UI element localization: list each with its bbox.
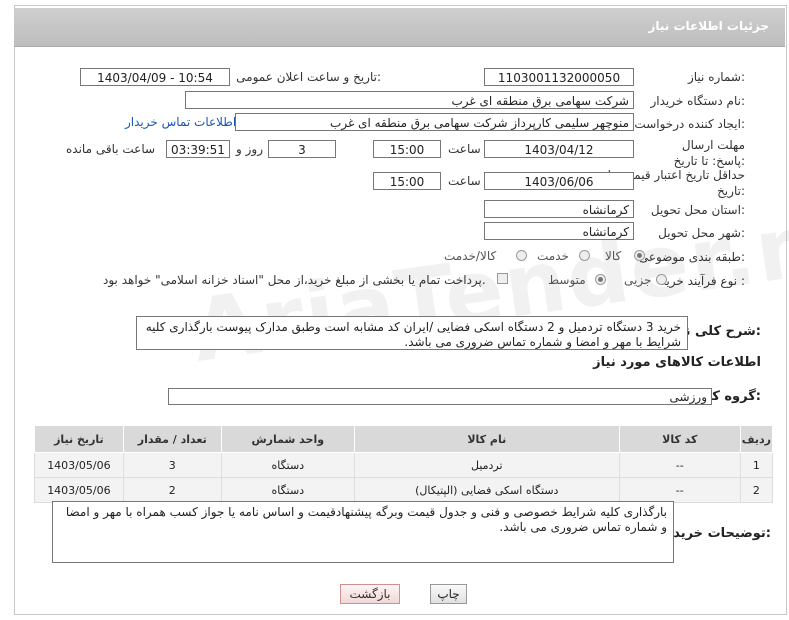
table-row: 2 -- دستگاه اسکی فضایی (الپتیکال) دستگاه… — [34, 477, 774, 503]
province-field[interactable]: کرمانشاه — [484, 200, 634, 218]
cell-quantity: 3 — [122, 452, 222, 478]
buyer-notes-text[interactable]: بارگذاری کلیه شرایط خصوصی و فنی و جدول ق… — [52, 501, 674, 563]
back-button[interactable]: بازگشت — [340, 584, 400, 604]
page-header: جزئیات اطلاعات نیاز — [14, 8, 785, 47]
cell-row-number: 1 — [739, 452, 774, 478]
buyer-org-label: نام دستگاه خریدار: — [650, 94, 746, 108]
table-row: 1 -- تردمیل دستگاه 3 1403/05/06 — [34, 452, 774, 478]
send-deadline-label: مهلت ارسال پاسخ: تا تاریخ: — [673, 138, 745, 168]
buyer-notes-label: توضیحات خریدار: — [661, 526, 771, 541]
need-number-field[interactable]: 1103001132000050 — [484, 68, 634, 86]
col-header-need-date: تاریخ نیاز — [34, 425, 124, 453]
process-radio-minor[interactable] — [656, 274, 667, 285]
city-field[interactable]: کرمانشاه — [484, 222, 634, 240]
cell-item-name: تردمیل — [353, 452, 620, 478]
category-service-label: خدمت — [537, 249, 569, 263]
cell-item-name: دستگاه اسکی فضایی (الپتیکال) — [353, 477, 620, 503]
days-field[interactable]: 3 — [268, 140, 336, 158]
items-table: ردیف کد کالا نام کالا واحد شمارش تعداد /… — [34, 425, 774, 503]
buyer-contact-link[interactable]: اطلاعات تماس خریدار — [125, 115, 236, 129]
process-medium-label: متوسط — [548, 273, 586, 287]
description-text[interactable]: خرید 3 دستگاه تردمیل و 2 دستگاه اسکی فضا… — [136, 316, 688, 350]
payment-note: پرداخت تمام یا بخشی از مبلغ خرید،از محل … — [103, 273, 486, 287]
province-label: استان محل تحویل: — [650, 203, 745, 217]
category-both-label: کالا/خدمت — [444, 249, 497, 263]
goods-section-title: اطلاعات کالاهای مورد نیاز — [593, 355, 761, 370]
process-radio-medium[interactable] — [595, 274, 606, 285]
category-label: طبقه بندی موضوعی: — [638, 250, 745, 264]
category-radio-both[interactable] — [516, 250, 527, 261]
buyer-org-field[interactable]: شرکت سهامی برق منطقه ای غرب — [185, 91, 634, 109]
validity-date-field[interactable]: 1403/06/06 — [484, 172, 634, 190]
cell-item-code: -- — [618, 452, 741, 478]
send-time-label: ساعت — [448, 142, 481, 156]
validity-time-label: ساعت — [448, 174, 481, 188]
col-header-quantity: تعداد / مقدار — [122, 425, 222, 453]
announce-datetime-field[interactable]: 1403/04/09 - 10:54 — [80, 68, 230, 86]
requester-field[interactable]: منوچهر سلیمی کارپرداز شرکت سهامی برق منط… — [235, 113, 634, 131]
cell-unit: دستگاه — [220, 452, 355, 478]
col-header-item-name: نام کالا — [353, 425, 620, 453]
process-minor-label: جزیی — [624, 273, 652, 287]
goods-group-field[interactable]: ورزشی — [168, 388, 712, 405]
col-header-unit: واحد شمارش — [220, 425, 355, 453]
process-label: نوع فرآیند خرید : — [660, 274, 745, 288]
category-goods-label: کالا — [605, 249, 622, 263]
city-label: شهر محل تحویل: — [658, 226, 745, 240]
validity-time-field[interactable]: 15:00 — [373, 172, 441, 190]
category-radio-service[interactable] — [579, 250, 590, 261]
remaining-time-label: ساعت باقی مانده — [66, 142, 156, 156]
announce-label: تاریخ و ساعت اعلان عمومی: — [236, 70, 381, 84]
treasury-payment-checkbox[interactable] — [497, 273, 508, 284]
cell-item-code: -- — [618, 477, 741, 503]
cell-row-number: 2 — [739, 477, 774, 503]
cell-quantity: 2 — [122, 477, 222, 503]
print-button[interactable]: چاپ — [430, 584, 467, 604]
cell-need-date: 1403/05/06 — [34, 452, 124, 478]
category-radio-goods[interactable] — [634, 250, 645, 261]
col-header-item-code: کد کالا — [618, 425, 741, 453]
send-date-field[interactable]: 1403/04/12 — [484, 140, 634, 158]
cell-need-date: 1403/05/06 — [34, 477, 124, 503]
table-header-row: ردیف کد کالا نام کالا واحد شمارش تعداد /… — [34, 425, 774, 453]
send-time-field[interactable]: 15:00 — [373, 140, 441, 158]
need-number-label: شماره نیاز: — [687, 70, 745, 84]
col-header-row-number: ردیف — [739, 425, 774, 453]
remaining-time-field[interactable]: 03:39:51 — [166, 140, 230, 158]
requester-label: ایجاد کننده درخواست: — [634, 117, 745, 131]
cell-unit: دستگاه — [220, 477, 355, 503]
days-label: روز و — [236, 142, 263, 156]
page-title: جزئیات اطلاعات نیاز — [648, 19, 769, 33]
